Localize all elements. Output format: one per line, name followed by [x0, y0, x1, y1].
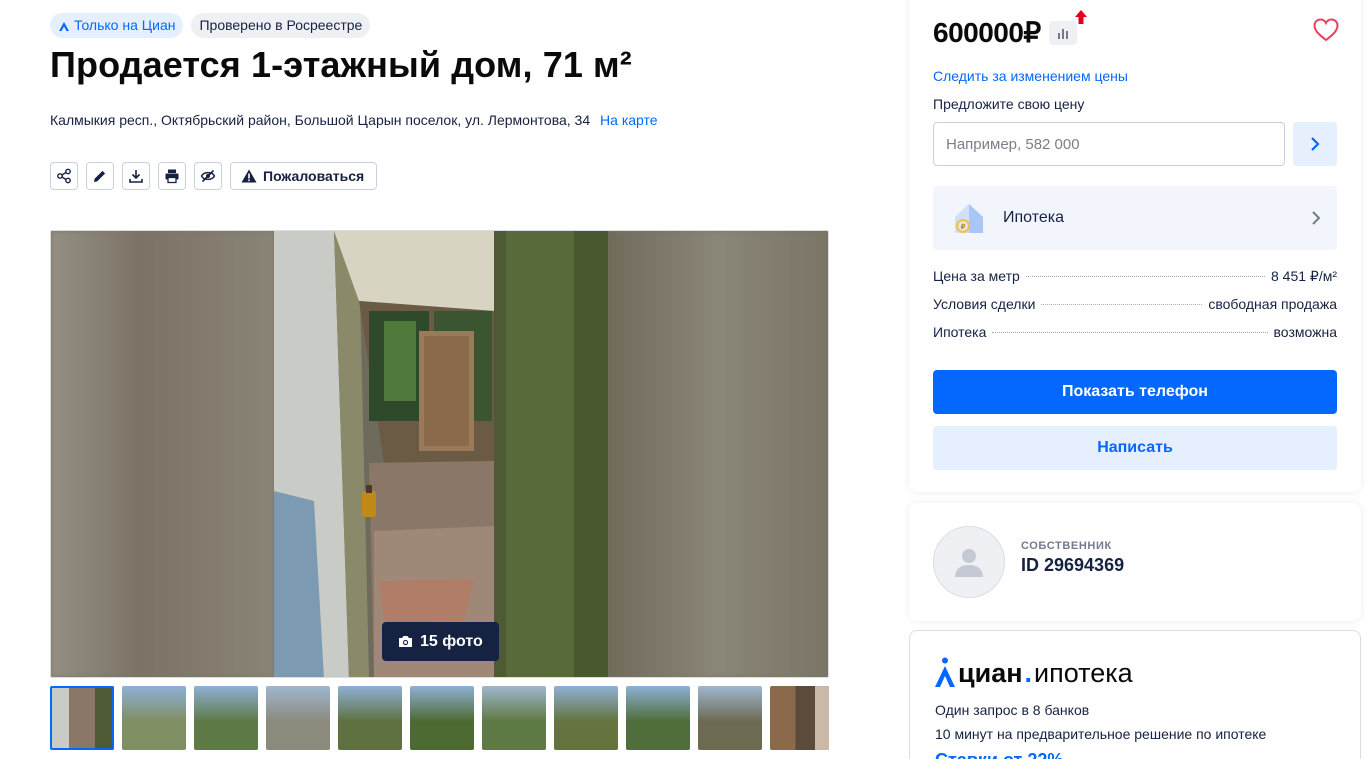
only-cian-badge: Только на Циан — [50, 13, 184, 38]
mortgage-button[interactable]: ₽ Ипотека — [933, 186, 1337, 250]
photo-thumbnail[interactable] — [626, 686, 690, 750]
hide-button[interactable] — [194, 162, 222, 190]
price-row: 600000₽ — [933, 9, 1087, 49]
param-dots — [1041, 304, 1203, 305]
param-label: Ипотека — [933, 324, 987, 340]
mortgage-label: Ипотека — [1003, 209, 1065, 226]
photo-thumbnail[interactable] — [122, 686, 186, 750]
avatar[interactable] — [933, 526, 1005, 598]
follow-price-link[interactable]: Следить за изменением цены — [933, 68, 1128, 84]
chevron-right-icon — [1311, 137, 1320, 151]
bar-chart-icon — [1057, 28, 1068, 39]
photo-thumbnail[interactable] — [338, 686, 402, 750]
offer-submit-button[interactable] — [1293, 122, 1337, 166]
page-title: Продается 1-этажный дом, 71 м² — [50, 44, 632, 85]
price-up-arrow-icon — [1074, 9, 1087, 24]
photo-thumbnail[interactable] — [50, 686, 114, 750]
thumbnail-strip — [50, 686, 829, 750]
photo-thumbnail[interactable] — [554, 686, 618, 750]
owner-role: Собственник — [1021, 540, 1112, 552]
house-coin-icon: ₽ — [955, 204, 983, 233]
hide-icon — [200, 169, 216, 183]
price-card: 600000₽ Следить за изменением цены Предл… — [909, 0, 1361, 492]
download-button[interactable] — [122, 162, 150, 190]
share-icon — [57, 168, 71, 184]
only-cian-label: Только на Циан — [74, 17, 176, 33]
address: Калмыкия респ., Октябрьский район, Больш… — [50, 112, 658, 128]
offer-price-input[interactable] — [933, 122, 1285, 166]
photo-thumbnail[interactable] — [770, 686, 829, 750]
param-deal-terms: Условия сделки свободная продажа — [933, 296, 1337, 324]
print-button[interactable] — [158, 162, 186, 190]
badges: Только на Циан Проверено в Росреестре — [50, 13, 371, 38]
favorite-heart-icon[interactable] — [1313, 18, 1339, 42]
param-price-per-meter: Цена за метр 8 451 ₽/м² — [933, 268, 1337, 296]
param-dots — [1025, 276, 1265, 277]
toolbar: Пожаловаться — [50, 162, 378, 190]
edit-icon — [94, 170, 106, 182]
photo-thumbnail[interactable] — [266, 686, 330, 750]
main-photo[interactable] — [274, 231, 608, 678]
svg-text:₽: ₽ — [961, 223, 966, 231]
warning-icon — [241, 169, 257, 183]
price-params: Цена за метр 8 451 ₽/м² Условия сделки сво… — [933, 268, 1337, 352]
promo-decision-text: 10 минут на предварительное решение по и… — [935, 726, 1267, 742]
owner-card: Собственник ID 29694369 — [909, 503, 1361, 621]
cian-logo-icon — [935, 657, 955, 687]
gallery-blur-right — [606, 231, 828, 677]
map-link[interactable]: На карте — [600, 112, 658, 128]
param-label: Условия сделки — [933, 296, 1036, 312]
gallery-blur-left — [51, 231, 274, 677]
photo-gallery[interactable]: 15 фото — [50, 230, 829, 678]
photo-count-button[interactable]: 15 фото — [382, 622, 499, 661]
cian-ipoteka-promo[interactable]: циан. ипотека Один запрос в 8 банков 10 м… — [909, 630, 1361, 759]
edit-button[interactable] — [86, 162, 114, 190]
photo-thumbnail[interactable] — [410, 686, 474, 750]
price: 600000₽ — [933, 17, 1041, 48]
promo-rates-text: Ставки от 22% — [935, 750, 1063, 759]
photo-count-label: 15 фото — [420, 632, 483, 650]
download-icon — [129, 170, 143, 183]
chevron-right-icon — [1312, 211, 1321, 225]
param-value: 8 451 ₽/м² — [1270, 268, 1337, 284]
share-button[interactable] — [50, 162, 78, 190]
show-phone-button[interactable]: Показать телефон — [933, 370, 1337, 414]
param-value: свободная продажа — [1208, 296, 1337, 312]
verified-badge: Проверено в Росреестре — [191, 13, 371, 38]
cian-logo-icon — [59, 21, 69, 31]
complain-label: Пожаловаться — [263, 168, 365, 184]
cian-ipoteka-logo: циан. ипотека — [934, 657, 1133, 689]
verified-label: Проверено в Росреестре — [199, 17, 363, 33]
photo-thumbnail[interactable] — [698, 686, 762, 750]
logo-dot: . — [1024, 657, 1033, 688]
complain-button[interactable]: Пожаловаться — [230, 162, 378, 190]
param-mortgage: Ипотека возможна — [933, 324, 1337, 352]
price-history-button[interactable] — [1048, 9, 1087, 45]
address-text: Калмыкия респ., Октябрьский район, Больш… — [50, 112, 591, 128]
param-value: возможна — [1273, 324, 1337, 340]
owner-id[interactable]: ID 29694369 — [1021, 555, 1124, 576]
write-message-button[interactable]: Написать — [933, 426, 1337, 470]
user-placeholder-icon — [955, 549, 983, 577]
camera-icon — [399, 636, 412, 647]
promo-banks-text: Один запрос в 8 банков — [935, 702, 1090, 718]
logo-main: циан — [958, 657, 1023, 688]
print-icon — [165, 169, 179, 184]
offer-price-label: Предложите свою цену — [933, 96, 1085, 112]
photo-thumbnail[interactable] — [482, 686, 546, 750]
param-label: Цена за метр — [933, 268, 1020, 284]
param-dots — [992, 332, 1268, 333]
photo-thumbnail[interactable] — [194, 686, 258, 750]
logo-sub: ипотека — [1034, 657, 1133, 688]
